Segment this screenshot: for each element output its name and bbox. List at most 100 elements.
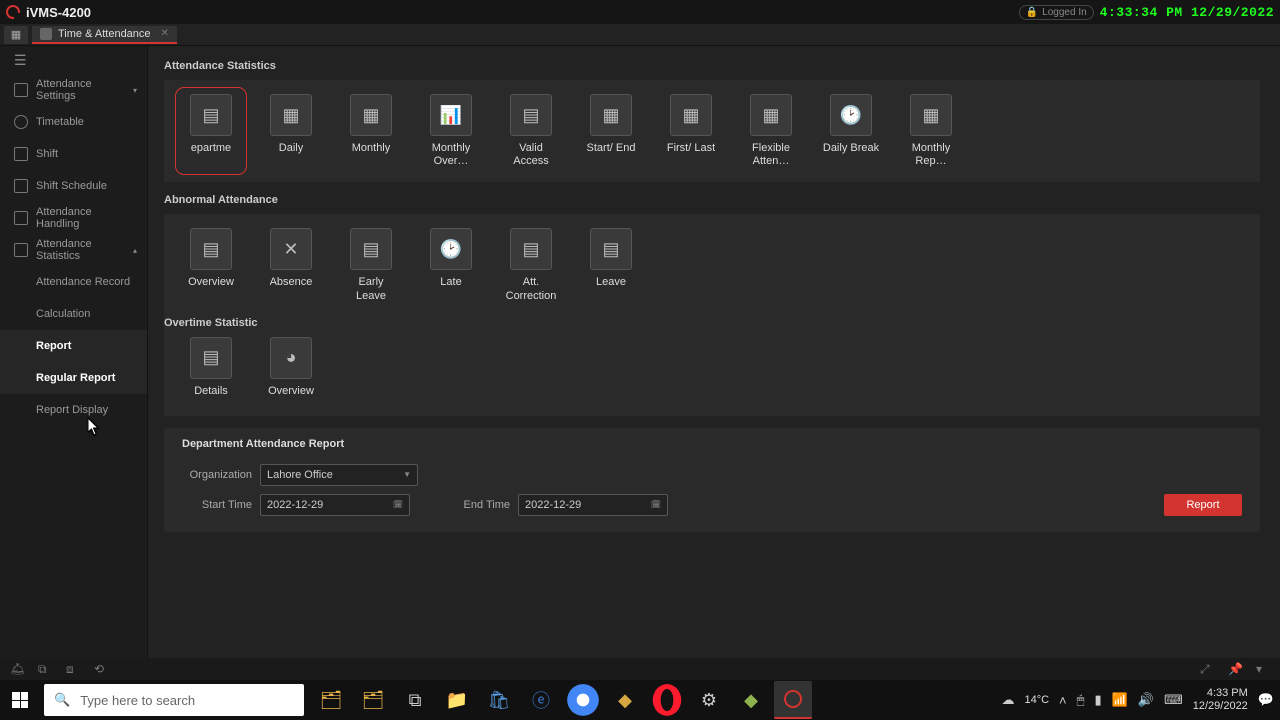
card-details[interactable]: ▤ Details bbox=[182, 337, 240, 398]
tray-usb-icon[interactable]: 🖱 bbox=[1077, 692, 1085, 708]
first-last-icon: ▦ bbox=[670, 94, 712, 136]
card-leave[interactable]: ▤ Leave bbox=[582, 228, 640, 302]
card-label: epartme bbox=[191, 142, 231, 155]
sidebar-item-report-display[interactable]: Report Display bbox=[0, 394, 147, 426]
link-icon[interactable]: ⟲ bbox=[94, 662, 108, 676]
sidebar-item-regular-report[interactable]: Regular Report bbox=[0, 362, 147, 394]
sidebar-item-report[interactable]: Report bbox=[0, 330, 147, 362]
expand-icon[interactable]: ⤢ bbox=[1200, 662, 1214, 676]
logged-in-badge[interactable]: 🔒 Logged In bbox=[1019, 5, 1094, 20]
card-daily-break[interactable]: 🕑 Daily Break bbox=[822, 94, 880, 168]
taskbar-app-icon[interactable]: ◆ bbox=[606, 681, 644, 719]
weather-icon[interactable]: ☁ bbox=[1001, 692, 1014, 708]
card-late[interactable]: 🕑 Late bbox=[422, 228, 480, 302]
taskbar-folder-icon[interactable]: 🗂 bbox=[312, 681, 350, 719]
taskbar-app2-icon[interactable]: ◆ bbox=[732, 681, 770, 719]
card-att-correction[interactable]: ▤ Att. Correction bbox=[502, 228, 560, 302]
panel-attendance-statistics: ▤ epartme ▦ Daily ▦ Monthly 📊 Monthly Ov… bbox=[164, 80, 1260, 182]
card-monthly[interactable]: ▦ Monthly bbox=[342, 94, 400, 168]
windows-taskbar: 🔍 Type here to search 🗂 🗂 ⧉ 📁 🛍 ⓔ ◆ ⚙ ◆ … bbox=[0, 680, 1280, 720]
tray-volume-icon[interactable]: 🔊 bbox=[1138, 692, 1154, 708]
card-department[interactable]: ▤ epartme bbox=[182, 94, 240, 168]
tray-lang-icon[interactable]: ⌨ bbox=[1164, 692, 1183, 708]
end-time-input[interactable]: 2022-12-29 🗓 bbox=[518, 494, 668, 516]
sidebar-toggle-icon[interactable]: ☰ bbox=[0, 46, 147, 74]
card-start-end[interactable]: ▦ Start/ End bbox=[582, 94, 640, 168]
calendar-icon: ▦ bbox=[350, 94, 392, 136]
card-monthly-report[interactable]: ▦ Monthly Rep… bbox=[902, 94, 960, 168]
sidebar-item-attendance-statistics[interactable]: Attendance Statistics ▴ bbox=[0, 234, 147, 266]
card-label: Valid Access bbox=[502, 142, 560, 168]
card-early-leave[interactable]: ▤ Early Leave bbox=[342, 228, 400, 302]
sidebar-item-calculation[interactable]: Calculation bbox=[0, 298, 147, 330]
tab-close-icon[interactable]: ✕ bbox=[161, 28, 169, 39]
sidebar-item-attendance-settings[interactable]: Attendance Settings ▾ bbox=[0, 74, 147, 106]
lock-icon: 🔒 bbox=[1026, 7, 1038, 18]
field-end-time: End Time 2022-12-29 🗓 bbox=[440, 494, 668, 516]
field-start-time: Start Time 2022-12-29 🗓 bbox=[182, 494, 410, 516]
sidebar-item-label: Calculation bbox=[36, 308, 90, 320]
taskbar-store-icon[interactable]: 🛍 bbox=[480, 681, 518, 719]
pie-icon: ◕ bbox=[270, 337, 312, 379]
section-title-overtime-statistic: Overtime Statistic bbox=[164, 317, 1242, 329]
report-button[interactable]: Report bbox=[1164, 494, 1242, 516]
start-time-input[interactable]: 2022-12-29 🗓 bbox=[260, 494, 410, 516]
taskbar-search[interactable]: 🔍 Type here to search bbox=[44, 684, 304, 716]
taskbar-chrome-icon[interactable] bbox=[564, 681, 602, 719]
taskbar-explorer-icon[interactable]: 📁 bbox=[438, 681, 476, 719]
app-status-bar: 🛎 ⧉ ⧈ ⟲ ⤢ 📌 ▾ bbox=[0, 658, 1280, 680]
card-overview-ot[interactable]: ◕ Overview bbox=[262, 337, 320, 398]
sidebar-item-label: Report Display bbox=[36, 404, 108, 416]
sidebar-item-label: Attendance Statistics bbox=[36, 238, 125, 262]
card-first-last[interactable]: ▦ First/ Last bbox=[662, 94, 720, 168]
event-icon[interactable]: ⧈ bbox=[66, 662, 80, 676]
tray-wifi-icon[interactable]: 📶 bbox=[1112, 692, 1128, 708]
sidebar: ☰ Attendance Settings ▾ Timetable Shift … bbox=[0, 46, 148, 658]
sidebar-item-attendance-handling[interactable]: Attendance Handling bbox=[0, 202, 147, 234]
pin-icon[interactable]: 📌 bbox=[1228, 662, 1242, 676]
org-select[interactable]: Lahore Office ▼ bbox=[260, 464, 418, 486]
home-tab-button[interactable]: ▦ bbox=[4, 26, 28, 44]
taskbar-settings-icon[interactable]: ⚙ bbox=[690, 681, 728, 719]
sidebar-item-label: Attendance Settings bbox=[36, 78, 125, 102]
sidebar-item-label: Attendance Record bbox=[36, 276, 130, 288]
sidebar-item-shift[interactable]: Shift bbox=[0, 138, 147, 170]
sidebar-item-timetable[interactable]: Timetable bbox=[0, 106, 147, 138]
sidebar-item-label: Shift bbox=[36, 148, 58, 160]
department-icon: ▤ bbox=[190, 94, 232, 136]
card-absence[interactable]: ✕ Absence bbox=[262, 228, 320, 302]
taskbar-taskview-icon[interactable]: ⧉ bbox=[396, 681, 434, 719]
form-title: Department Attendance Report bbox=[182, 438, 1242, 450]
card-label: Monthly Over… bbox=[422, 142, 480, 168]
start-value: 2022-12-29 bbox=[267, 499, 323, 511]
taskbar-folder-icon[interactable]: 🗂 bbox=[354, 681, 392, 719]
settings-icon bbox=[14, 83, 28, 97]
start-end-icon: ▦ bbox=[590, 94, 632, 136]
card-label: Absence bbox=[270, 276, 313, 289]
card-label: Late bbox=[440, 276, 461, 289]
card-daily[interactable]: ▦ Daily bbox=[262, 94, 320, 168]
field-organization: Organization Lahore Office ▼ bbox=[182, 464, 418, 486]
card-monthly-overtime[interactable]: 📊 Monthly Over… bbox=[422, 94, 480, 168]
card-valid-access[interactable]: ▤ Valid Access bbox=[502, 94, 560, 168]
tray-battery-icon[interactable]: ▮ bbox=[1094, 692, 1101, 708]
sidebar-item-attendance-record[interactable]: Attendance Record bbox=[0, 266, 147, 298]
card-flexible-attendance[interactable]: ▦ Flexible Atten… bbox=[742, 94, 800, 168]
alarm-icon[interactable]: 🛎 bbox=[10, 662, 24, 676]
motion-icon[interactable]: ⧉ bbox=[38, 662, 52, 676]
tray-notifications-icon[interactable]: 💬 bbox=[1258, 692, 1274, 708]
shift-icon bbox=[14, 147, 28, 161]
tab-time-attendance[interactable]: Time & Attendance ✕ bbox=[32, 26, 177, 44]
weather-temp[interactable]: 14°C bbox=[1024, 694, 1049, 706]
flexible-icon: ▦ bbox=[750, 94, 792, 136]
tray-chevron-icon[interactable]: ˄ bbox=[1059, 693, 1067, 708]
card-overview[interactable]: ▤ Overview bbox=[182, 228, 240, 302]
tray-datetime[interactable]: 4:33 PM 12/29/2022 bbox=[1193, 687, 1248, 713]
sidebar-item-shift-schedule[interactable]: Shift Schedule bbox=[0, 170, 147, 202]
taskbar-opera-icon[interactable] bbox=[648, 681, 686, 719]
collapse-icon[interactable]: ▾ bbox=[1256, 662, 1270, 676]
calendar-icon: 🗓 bbox=[393, 500, 403, 509]
start-button[interactable] bbox=[0, 680, 40, 720]
taskbar-ie-icon[interactable]: ⓔ bbox=[522, 681, 560, 719]
taskbar-ivms-icon[interactable] bbox=[774, 681, 812, 719]
